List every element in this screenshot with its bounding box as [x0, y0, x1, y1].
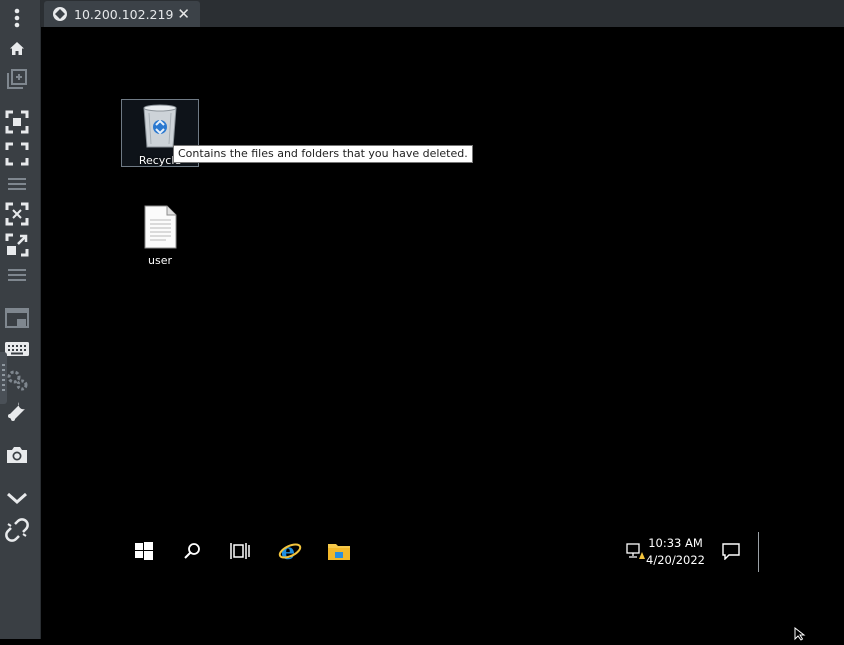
show-desktop-divider[interactable]: [758, 532, 759, 572]
disconnect-icon[interactable]: [5, 518, 29, 542]
close-icon[interactable]: ✕: [177, 5, 190, 23]
text-file-icon: [144, 205, 177, 249]
fullscreen-icon[interactable]: [5, 142, 29, 166]
taskbar: e 10:33 AM 4/20/2022: [41, 527, 844, 577]
toolbar-sidebar: [0, 0, 41, 639]
menu-icon: [5, 263, 29, 287]
clock-time: 10:33 AM: [648, 536, 703, 550]
remote-desktop[interactable]: Recycle Contains the files and folders t…: [41, 27, 844, 641]
new-window-icon[interactable]: [5, 67, 29, 91]
recycle-bin-icon: [143, 104, 177, 148]
svg-text:e: e: [281, 539, 295, 563]
chevron-down-icon[interactable]: [5, 486, 29, 510]
tab-title: 10.200.102.219: [74, 6, 174, 22]
scale-icon[interactable]: [5, 202, 29, 226]
keyboard-icon[interactable]: [5, 337, 29, 361]
menu-icon: [5, 172, 29, 196]
start-icon[interactable]: [132, 539, 156, 563]
expand-icon[interactable]: [5, 233, 29, 257]
action-center-icon[interactable]: [719, 539, 743, 563]
internet-explorer-icon[interactable]: e: [278, 539, 302, 563]
file-explorer-icon[interactable]: [327, 539, 351, 563]
display-icon[interactable]: [5, 306, 29, 330]
network-icon[interactable]: [624, 539, 648, 563]
search-icon[interactable]: [180, 539, 204, 563]
task-view-icon[interactable]: [228, 539, 252, 563]
user-file-desktop-icon[interactable]: user: [121, 203, 199, 273]
more-vertical-icon[interactable]: [5, 6, 29, 30]
clock[interactable]: 10:33 AM 4/20/2022: [646, 535, 705, 569]
tab-connection[interactable]: 10.200.102.219 ✕: [44, 1, 200, 27]
camera-icon[interactable]: [5, 443, 29, 467]
sidebar-drag-handle[interactable]: [0, 352, 7, 404]
connection-icon: [52, 6, 68, 22]
clock-date: 4/20/2022: [646, 553, 705, 567]
tab-bar: 10.200.102.219 ✕: [41, 0, 844, 28]
fit-screen-icon[interactable]: [5, 110, 29, 134]
mouse-cursor-icon: [794, 626, 806, 645]
user-file-label: user: [148, 254, 172, 267]
settings-icon[interactable]: [5, 368, 29, 392]
recycle-bin-tooltip: Contains the files and folders that you …: [173, 145, 473, 163]
wrench-icon[interactable]: [5, 399, 29, 423]
home-icon[interactable]: [5, 36, 29, 60]
